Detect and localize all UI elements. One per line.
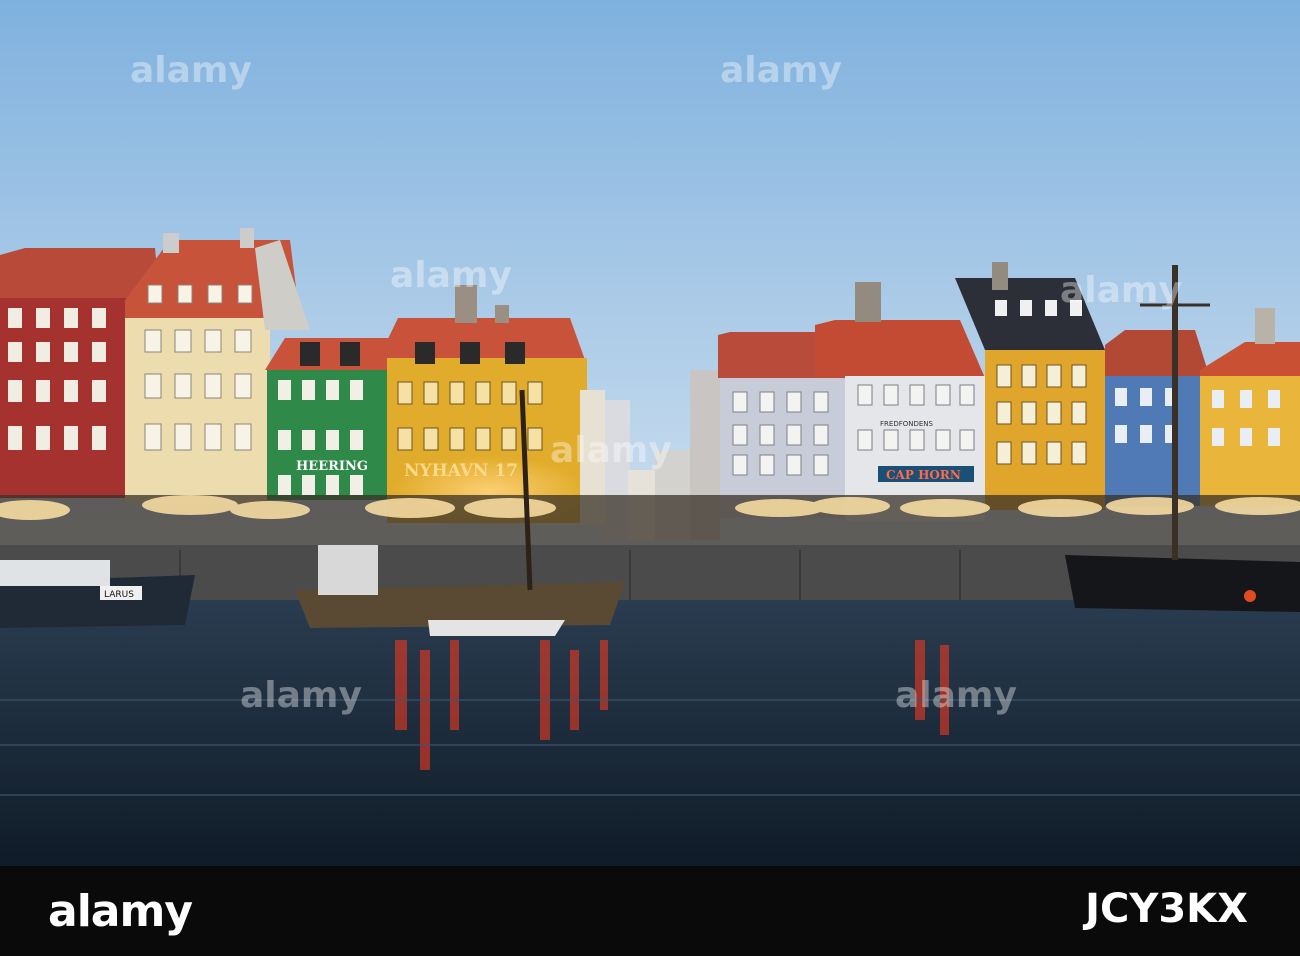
cap-horn-sign: CAP HORN (886, 468, 961, 482)
quay-umbrellas (0, 495, 1300, 545)
fredfondens-sign: FREDFONDENS (880, 420, 934, 428)
stock-footer-bar: alamy JCY3KX (0, 866, 1300, 956)
nyhavn-photo: HEERING NYHAVN 17 FREDFONDENS CAP HORN L… (0, 0, 1300, 866)
image-reference-code: JCY3KX (1085, 886, 1248, 932)
brand-logo: alamy (48, 886, 193, 937)
nyhavn-sign: NYHAVN 17 (404, 461, 518, 481)
heering-sign: HEERING (296, 459, 368, 474)
boat-name-label: LARUS (104, 590, 134, 600)
canal-water (0, 600, 1300, 866)
